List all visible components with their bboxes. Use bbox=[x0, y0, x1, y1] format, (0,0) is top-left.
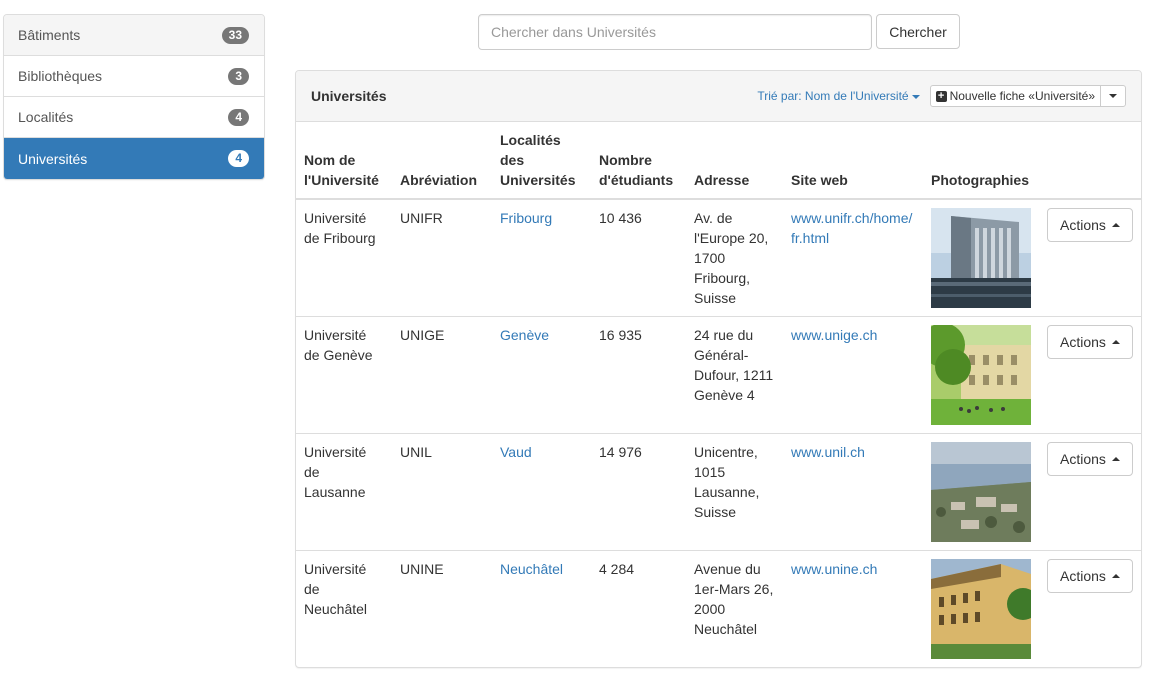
actions-label: Actions bbox=[1060, 217, 1106, 233]
cell-address: 24 rue du Général-Dufour, 1211 Genève 4 bbox=[686, 316, 783, 434]
cell-actions: Actions bbox=[1039, 199, 1141, 317]
caret-up-icon bbox=[1111, 457, 1120, 461]
panel-heading-controls: Trié par: Nom de l'Université + Nouvelle … bbox=[757, 85, 1126, 107]
column-header-localities[interactable]: Localités des Universités bbox=[492, 122, 591, 200]
cell-name: Université de Fribourg bbox=[304, 210, 376, 246]
sidebar-item-universites[interactable]: Universités 4 bbox=[4, 138, 264, 179]
count-badge: 33 bbox=[221, 26, 249, 44]
sort-label: Trié par: Nom de l'Université bbox=[757, 89, 909, 103]
cell-locality: Genève bbox=[492, 316, 591, 434]
actions-button[interactable]: Actions bbox=[1047, 559, 1133, 593]
cell-website: www.unil.ch bbox=[783, 433, 923, 551]
cell-photo bbox=[923, 199, 1039, 317]
sidebar-list: Bâtiments 33 Bibliothèques 3 Localités 4… bbox=[3, 14, 265, 180]
table-row: Université de Neuchâtel UNINE Neuchâtel … bbox=[296, 550, 1141, 667]
new-record-dropdown-toggle[interactable] bbox=[1100, 85, 1126, 107]
locality-link[interactable]: Neuchâtel bbox=[500, 561, 563, 577]
cell-locality: Vaud bbox=[492, 433, 591, 551]
new-university-button[interactable]: + Nouvelle fiche «Université» bbox=[929, 85, 1101, 107]
cell-photo bbox=[923, 550, 1039, 667]
new-button-label: Nouvelle fiche «Université» bbox=[949, 89, 1095, 103]
count-badge: 4 bbox=[228, 108, 249, 126]
website-link[interactable]: www.unige.ch bbox=[791, 327, 877, 343]
sort-dropdown[interactable]: Trié par: Nom de l'Université bbox=[757, 89, 920, 103]
caret-up-icon bbox=[1111, 574, 1120, 578]
university-photo[interactable] bbox=[931, 442, 1031, 542]
sidebar-item-bibliotheques[interactable]: Bibliothèques 3 bbox=[4, 56, 264, 97]
panel-title: Universités bbox=[311, 88, 387, 104]
locality-link[interactable]: Genève bbox=[500, 327, 549, 343]
locality-link[interactable]: Vaud bbox=[500, 444, 532, 460]
university-photo[interactable] bbox=[931, 325, 1031, 425]
table-header-row: Nom de l'Université Abréviation Localité… bbox=[296, 122, 1141, 200]
cell-name: Université de Neuchâtel bbox=[296, 550, 392, 667]
cell-name: Université de Lausanne bbox=[296, 433, 392, 551]
count-badge: 3 bbox=[228, 67, 249, 85]
table-row: Université de Lausanne UNIL Vaud 14 976 … bbox=[296, 433, 1141, 551]
table-row: Université de Fribourg UNIFR Fribourg 10… bbox=[296, 199, 1141, 317]
cell-students: 16 935 bbox=[591, 316, 686, 434]
cell-name: Université de Genève bbox=[296, 316, 392, 434]
cell-abbreviation: UNIL bbox=[392, 433, 492, 551]
locality-link[interactable]: Fribourg bbox=[500, 210, 552, 226]
cell-abbreviation: UNIGE bbox=[392, 316, 492, 434]
sidebar-item-label: Bibliothèques bbox=[18, 68, 103, 84]
sidebar-item-label: Localités bbox=[18, 109, 74, 125]
cell-address: Unicentre, 1015 Lausanne, Suisse bbox=[686, 433, 783, 551]
table-row: Université de Genève UNIGE Genève 16 935… bbox=[296, 316, 1141, 434]
cell-address: Av. de l'Europe 20, 1700 Fribourg, Suiss… bbox=[694, 210, 769, 306]
actions-button[interactable]: Actions bbox=[1047, 325, 1133, 359]
cell-locality: Fribourg bbox=[492, 199, 591, 317]
cell-actions: Actions bbox=[1039, 550, 1141, 667]
column-header-address[interactable]: Adresse bbox=[686, 122, 783, 200]
plus-square-icon: + bbox=[935, 90, 947, 102]
caret-down-icon bbox=[911, 94, 920, 99]
cell-website: www.unige.ch bbox=[783, 316, 923, 434]
cell-website: www.unine.ch bbox=[783, 550, 923, 667]
column-header-name[interactable]: Nom de l'Université bbox=[296, 122, 392, 200]
caret-up-icon bbox=[1111, 340, 1120, 344]
university-photo[interactable] bbox=[931, 559, 1031, 659]
actions-button[interactable]: Actions bbox=[1047, 208, 1133, 242]
universities-panel: Universités Trié par: Nom de l'Universit… bbox=[295, 70, 1142, 668]
column-header-actions bbox=[1039, 122, 1141, 200]
sidebar-item-batiments[interactable]: Bâtiments 33 bbox=[4, 15, 264, 56]
caret-up-icon bbox=[1111, 223, 1120, 227]
cell-photo bbox=[923, 433, 1039, 551]
cell-address: Avenue du 1er-Mars 26, 2000 Neuchâtel bbox=[686, 550, 783, 667]
website-link[interactable]: www.unifr.ch/home/fr.html bbox=[791, 210, 912, 246]
caret-down-icon bbox=[1109, 94, 1117, 98]
actions-label: Actions bbox=[1060, 334, 1106, 350]
column-header-students[interactable]: Nombre d'étudiants bbox=[591, 122, 686, 200]
actions-label: Actions bbox=[1060, 451, 1106, 467]
cell-actions: Actions bbox=[1039, 316, 1141, 434]
count-badge: 4 bbox=[228, 150, 249, 167]
search-button[interactable]: Chercher bbox=[876, 14, 960, 49]
column-header-website[interactable]: Site web bbox=[783, 122, 923, 200]
panel-heading: Universités Trié par: Nom de l'Universit… bbox=[296, 71, 1141, 122]
search-input[interactable] bbox=[478, 14, 872, 50]
sidebar-item-localites[interactable]: Localités 4 bbox=[4, 97, 264, 138]
cell-abbreviation: UNINE bbox=[392, 550, 492, 667]
actions-label: Actions bbox=[1060, 568, 1106, 584]
new-record-button-group: + Nouvelle fiche «Université» bbox=[929, 85, 1126, 107]
university-photo[interactable] bbox=[931, 208, 1031, 308]
column-header-photos[interactable]: Photographies bbox=[923, 122, 1039, 200]
universities-table: Nom de l'Université Abréviation Localité… bbox=[296, 122, 1141, 667]
cell-students: 14 976 bbox=[591, 433, 686, 551]
cell-students: 10 436 bbox=[599, 210, 642, 226]
cell-photo bbox=[923, 316, 1039, 434]
search-bar: Chercher bbox=[478, 14, 960, 50]
column-header-abbreviation[interactable]: Abréviation bbox=[392, 122, 492, 200]
cell-abbreviation: UNIFR bbox=[400, 210, 443, 226]
sidebar-item-label: Bâtiments bbox=[18, 27, 81, 43]
cell-actions: Actions bbox=[1039, 433, 1141, 551]
cell-locality: Neuchâtel bbox=[492, 550, 591, 667]
actions-button[interactable]: Actions bbox=[1047, 442, 1133, 476]
cell-students: 4 284 bbox=[591, 550, 686, 667]
website-link[interactable]: www.unine.ch bbox=[791, 561, 877, 577]
website-link[interactable]: www.unil.ch bbox=[791, 444, 865, 460]
cell-website: www.unifr.ch/home/fr.html bbox=[783, 199, 923, 317]
sidebar-item-label: Universités bbox=[18, 150, 88, 167]
